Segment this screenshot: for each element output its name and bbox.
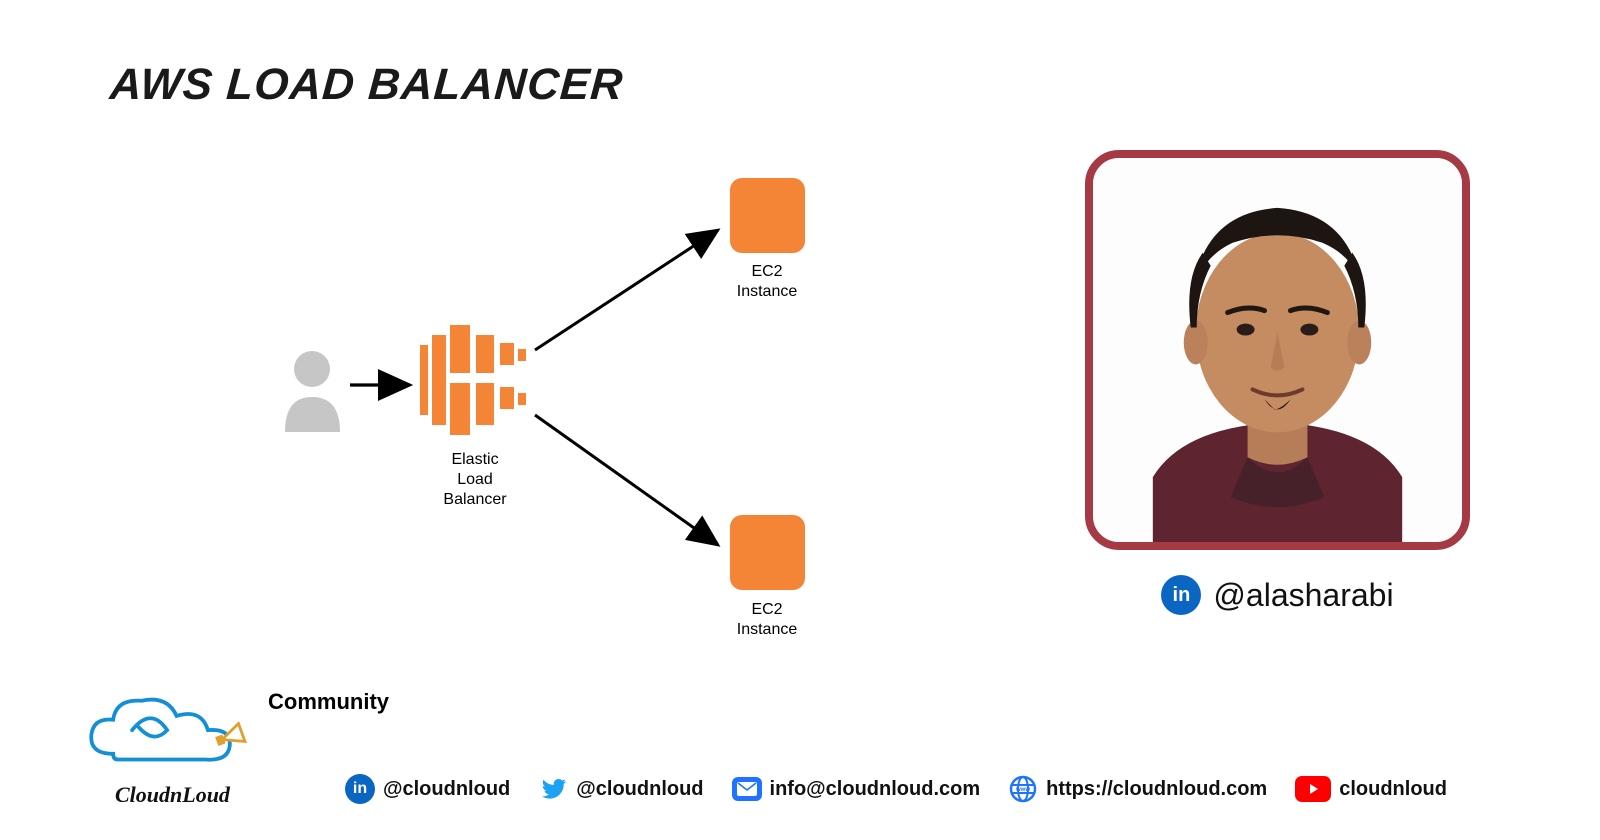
author-portrait [1093,158,1462,542]
elastic-load-balancer-icon [420,325,530,435]
elb-label-line: Load [457,471,493,488]
ec2-label-line: EC2 [751,263,782,280]
mail-icon [732,777,762,801]
ec2-instance-icon [730,515,805,590]
social-linkedin[interactable]: in @cloudnloud [345,774,510,804]
ec2-label-line: EC2 [751,601,782,618]
svg-text:www: www [1015,787,1030,793]
architecture-diagram: Elastic Load Balancer EC2 Instance EC2 I… [280,170,840,690]
author-handle: in @alasharabi [1085,575,1470,615]
page-title: AWS LOAD BALANCER [108,60,625,110]
linkedin-icon: in [1161,575,1201,615]
ec2-label: EC2 Instance [717,262,817,302]
social-row: in @cloudnloud @cloudnloud info@cloudnlo… [345,774,1520,804]
community-logo-block: Community [80,685,389,780]
brand-name: CloudnLoud [115,782,230,808]
youtube-icon [1295,776,1331,802]
social-twitter-text: @cloudnloud [576,778,703,801]
ec2-instance-icon [730,178,805,253]
community-label: Community [268,689,389,715]
author-handle-text: @alasharabi [1213,577,1393,614]
social-email-text: info@cloudnloud.com [770,778,981,801]
globe-icon: www [1008,774,1038,804]
twitter-icon [538,774,568,804]
ec2-label: EC2 Instance [717,600,817,640]
ec2-label-line: Instance [737,283,797,300]
elb-label-line: Elastic [451,451,498,468]
author-photo-frame [1085,150,1470,550]
social-youtube-text: cloudnloud [1339,778,1447,801]
cloudnloud-logo-icon [80,685,260,780]
elb-label: Elastic Load Balancer [430,450,520,510]
elb-label-line: Balancer [443,491,506,508]
social-website[interactable]: www https://cloudnloud.com [1008,774,1267,804]
user-icon [280,347,345,432]
social-linkedin-text: @cloudnloud [383,778,510,801]
social-youtube[interactable]: cloudnloud [1295,776,1447,802]
ec2-label-line: Instance [737,621,797,638]
social-email[interactable]: info@cloudnloud.com [732,777,981,801]
social-twitter[interactable]: @cloudnloud [538,774,703,804]
social-website-text: https://cloudnloud.com [1046,778,1267,801]
linkedin-icon: in [345,774,375,804]
